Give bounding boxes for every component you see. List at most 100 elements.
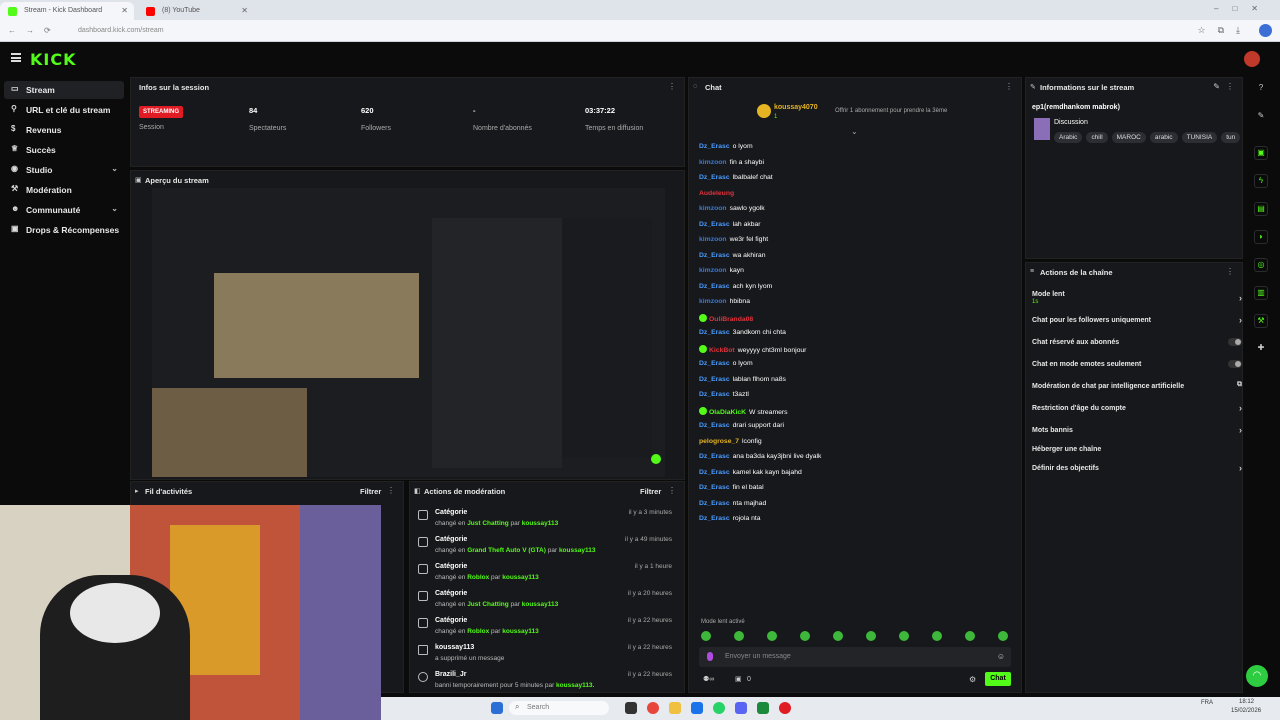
plugin-icon[interactable]: ✚ (1254, 342, 1268, 356)
chat-username[interactable]: Dz_Erasc (699, 252, 730, 259)
tools-icon[interactable]: ⚒ (1254, 314, 1268, 328)
action-banned-words[interactable]: Mots bannis › (1032, 425, 1242, 435)
close-tab-icon[interactable]: ✕ (241, 6, 248, 15)
emote-icon[interactable] (734, 631, 744, 641)
emote-bar[interactable] (701, 631, 1011, 643)
chat-username[interactable]: kimzoon (699, 236, 727, 243)
task-view-icon[interactable] (625, 702, 637, 714)
emote-icon[interactable] (767, 631, 777, 641)
action-followers-only[interactable]: Chat pour les followers uniquement › (1032, 315, 1242, 325)
browser-tab-kick[interactable]: Stream - Kick Dashboard ✕ (0, 2, 134, 20)
chat-username[interactable]: kimzoon (699, 298, 727, 305)
sidebar-item-studio[interactable]: ◉ Studio ⌄ (4, 161, 124, 179)
opera-icon[interactable] (779, 702, 791, 714)
chat-username[interactable]: Dz_Erasc (699, 469, 730, 476)
layout-icon[interactable]: ▥ (1254, 286, 1268, 300)
filter-button[interactable]: Filtrer (360, 487, 381, 496)
send-chat-button[interactable]: Chat (985, 672, 1011, 686)
sidebar-item-succes[interactable]: ♕ Succès (4, 141, 124, 159)
points-icon[interactable]: ⚉∞ (703, 675, 714, 683)
more-options-icon[interactable]: ⋮ (668, 82, 676, 91)
url-field[interactable]: dashboard.kick.com/stream (78, 27, 164, 34)
sidebar-item-url-key[interactable]: ⚲ URL et clé du stream (4, 101, 124, 119)
chat-username[interactable]: Dz_Erasc (699, 453, 730, 460)
chat-username[interactable]: Dz_Erasc (699, 143, 730, 150)
sidebar-item-communaute[interactable]: ☻ Communauté ⌄ (4, 201, 124, 219)
action-set-goals[interactable]: Définir des objectifs › (1032, 463, 1242, 473)
language-indicator[interactable]: FRA (1201, 700, 1213, 706)
emoji-icon[interactable]: ☺ (997, 652, 1005, 661)
chat-username[interactable]: kimzoon (699, 205, 727, 212)
clock-time[interactable]: 18:12 (1239, 699, 1254, 705)
chevron-down-icon[interactable]: ⌄ (851, 127, 858, 136)
action-slow-mode[interactable]: Mode lent 1s › (1032, 291, 1242, 305)
emote-icon[interactable] (866, 631, 876, 641)
profile-avatar[interactable] (1259, 24, 1272, 37)
kick-logo[interactable]: KICK (30, 50, 77, 69)
window-controls[interactable]: –□✕ (1214, 4, 1272, 13)
chat-username[interactable]: Dz_Erasc (699, 376, 730, 383)
support-chat-button[interactable]: ◠ (1246, 665, 1268, 687)
panel-icon[interactable]: ▤ (1254, 202, 1268, 216)
filter-button[interactable]: Filtrer (640, 487, 661, 496)
whatsapp-icon[interactable] (713, 702, 725, 714)
chat-username[interactable]: pelogrose_7 (699, 438, 739, 445)
more-options-icon[interactable]: ⋮ (1226, 82, 1234, 91)
chat-username[interactable]: kimzoon (699, 159, 727, 166)
settings-icon[interactable]: ⚙ (969, 675, 976, 684)
chat-username[interactable]: Audeleung (699, 190, 734, 197)
emote-icon[interactable] (833, 631, 843, 641)
chat-username[interactable]: Dz_Erasc (699, 360, 730, 367)
close-tab-icon[interactable]: ✕ (121, 6, 128, 15)
emote-icon[interactable] (899, 631, 909, 641)
chat-username[interactable]: OlaDiaKicK (709, 409, 746, 416)
chat-username[interactable]: Dz_Erasc (699, 329, 730, 336)
sidebar-item-drops[interactable]: ▣ Drops & Récompenses (4, 221, 124, 239)
nav-buttons[interactable]: ←→⟳ (8, 26, 61, 35)
widget-icon[interactable]: ▣ (1254, 146, 1268, 160)
browser-tab-youtube[interactable]: (8) YouTube ✕ (138, 2, 254, 20)
lightning-icon[interactable]: ϟ (1254, 174, 1268, 188)
more-options-icon[interactable]: ⋮ (668, 486, 676, 495)
chat-username[interactable]: Dz_Erasc (699, 391, 730, 398)
action-emotes-only[interactable]: Chat en mode emotes seulement (1032, 360, 1242, 368)
action-subscribers-only[interactable]: Chat réservé aux abonnés (1032, 338, 1242, 346)
chat-username[interactable]: Dz_Erasc (699, 500, 730, 507)
emote-icon[interactable] (701, 631, 711, 641)
more-options-icon[interactable]: ⋮ (1005, 82, 1013, 91)
pencil-icon[interactable]: ✎ (1213, 82, 1220, 91)
chat-username[interactable]: Dz_Erasc (699, 174, 730, 181)
more-options-icon[interactable]: ⋮ (387, 486, 395, 495)
start-icon[interactable] (491, 702, 503, 714)
sidebar-item-revenus[interactable]: $ Revenus (4, 121, 124, 139)
app-icon[interactable] (691, 702, 703, 714)
chat-username[interactable]: Dz_Erasc (699, 422, 730, 429)
menu-icon[interactable] (11, 53, 21, 62)
chat-username[interactable]: Dz_Erasc (699, 221, 730, 228)
chat-username[interactable]: Dz_Erasc (699, 283, 730, 290)
sidebar-item-stream[interactable]: ▭ Stream (4, 81, 124, 99)
broadcast-icon[interactable]: ◎ (1254, 258, 1268, 272)
chat-username[interactable]: Dz_Erasc (699, 484, 730, 491)
clock-date[interactable]: 15/02/2026 (1231, 708, 1261, 714)
more-options-icon[interactable]: ⋮ (1226, 267, 1234, 276)
user-avatar[interactable] (1244, 51, 1260, 67)
chrome-icon[interactable] (647, 702, 659, 714)
action-ai-moderation[interactable]: Modération de chat par intelligence arti… (1032, 381, 1242, 390)
edit-icon[interactable]: ✎ (1254, 110, 1268, 124)
action-age-restriction[interactable]: Restriction d'âge du compte › (1032, 403, 1242, 413)
emote-icon[interactable] (965, 631, 975, 641)
kick-app-icon[interactable] (757, 702, 769, 714)
sidebar-item-moderation[interactable]: ⚒ Modération (4, 181, 124, 199)
chat-bubble-icon[interactable]: ◗ (1254, 230, 1268, 244)
help-icon[interactable]: ? (1254, 82, 1268, 96)
file-explorer-icon[interactable] (669, 702, 681, 714)
emote-icon[interactable] (932, 631, 942, 641)
stream-preview-video[interactable] (152, 188, 665, 477)
emote-icon[interactable] (998, 631, 1008, 641)
bookmark-star-icon[interactable]: ☆⧉⤓ (1198, 25, 1252, 36)
action-host-channel[interactable]: Héberger une chaîne (1032, 446, 1242, 453)
chat-username[interactable]: kimzoon (699, 267, 727, 274)
discord-icon[interactable] (735, 702, 747, 714)
chat-input[interactable]: Envoyer un message ☺ (699, 647, 1011, 667)
